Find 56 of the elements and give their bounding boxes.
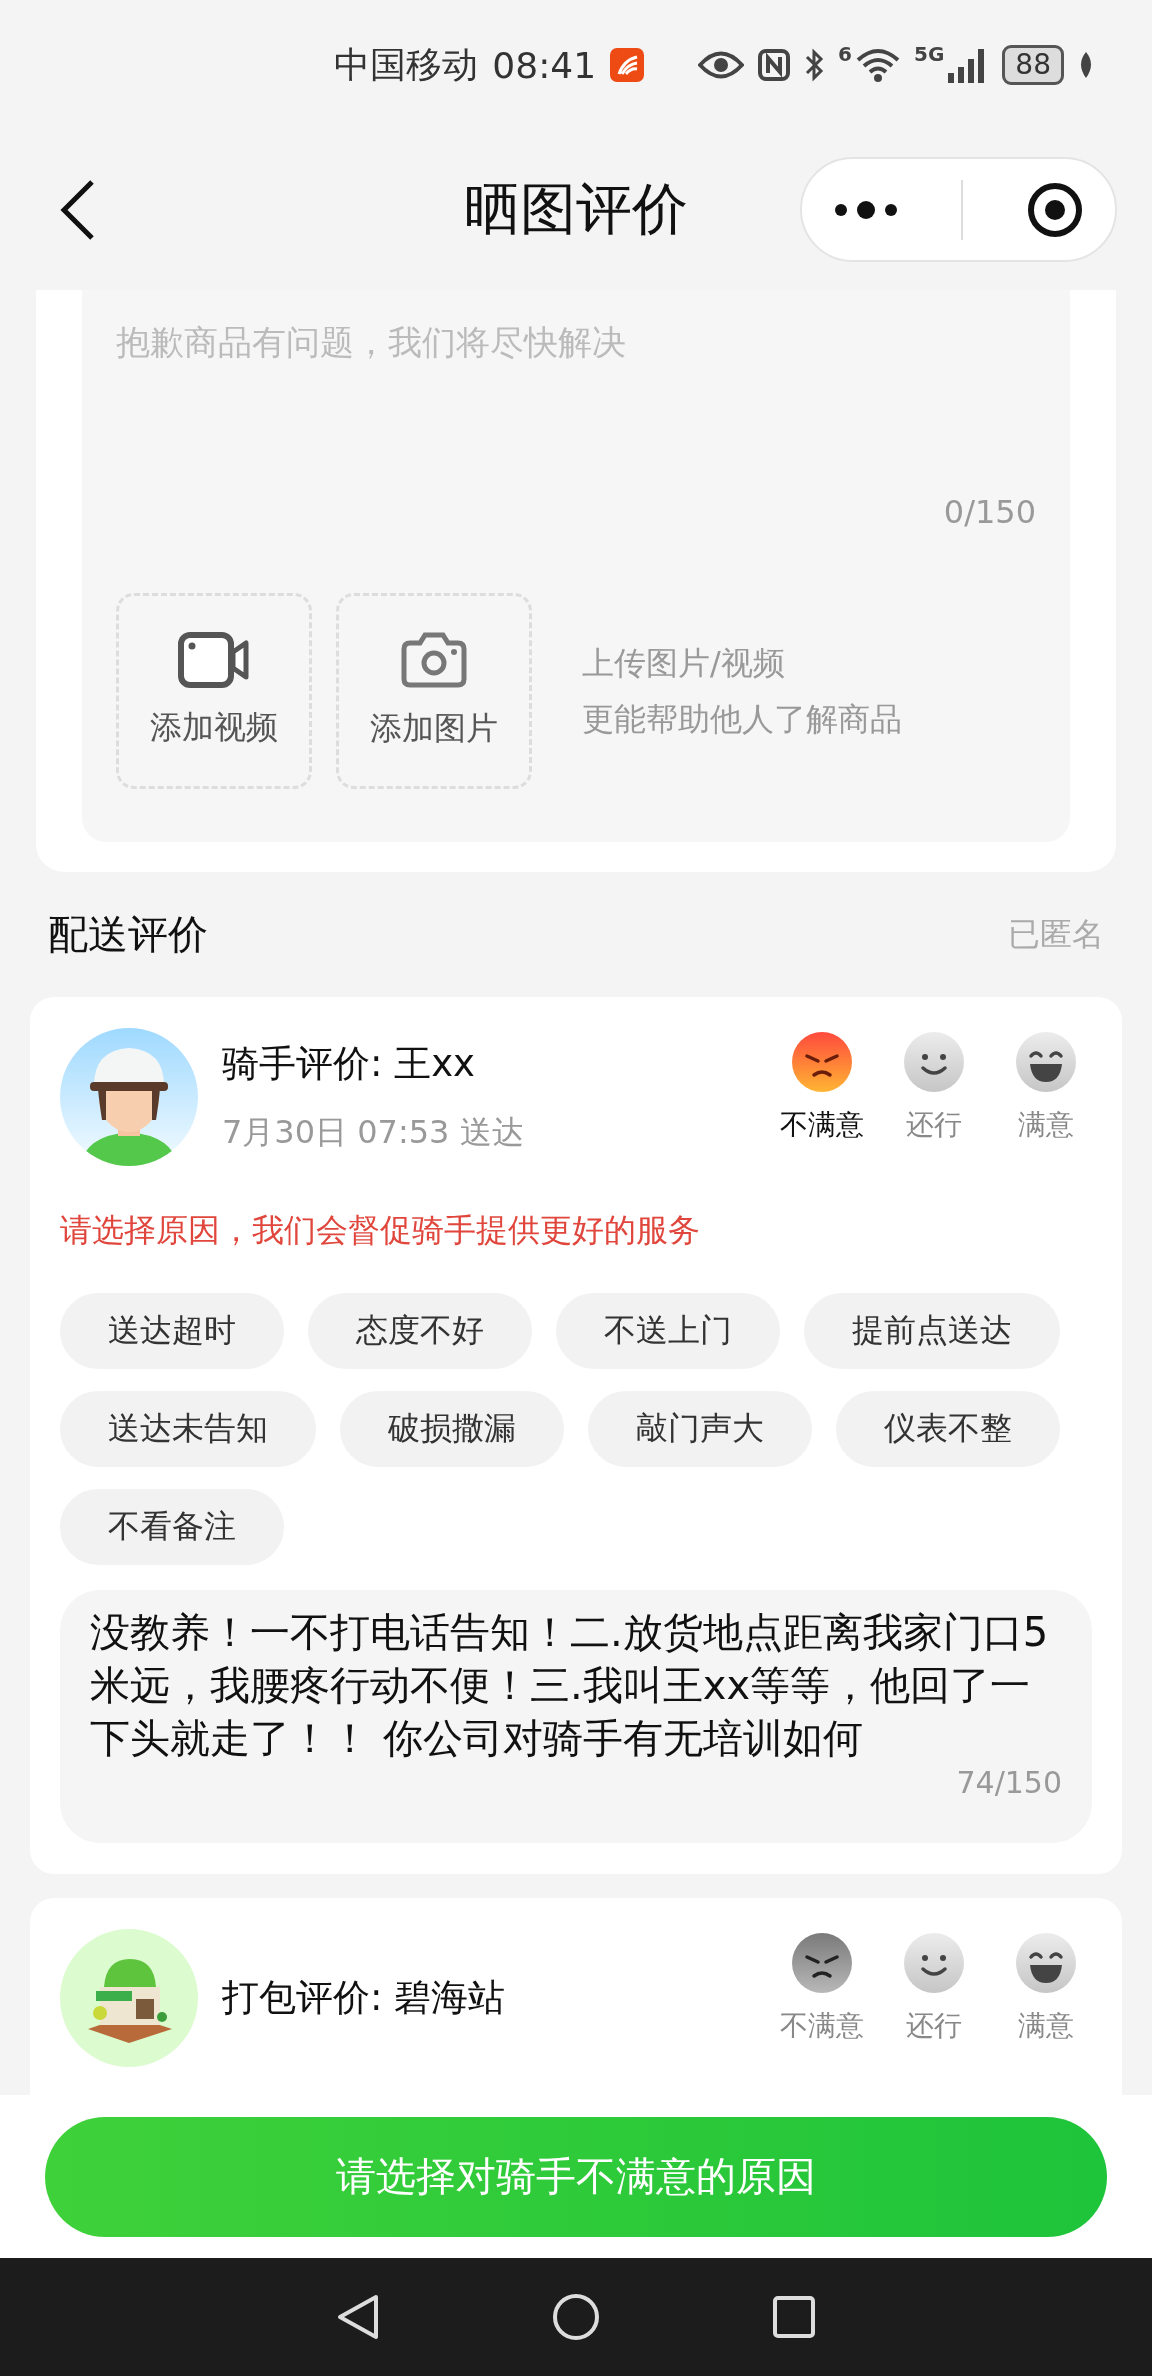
- reason-tag[interactable]: 送达超时: [60, 1293, 284, 1369]
- camera-icon: [400, 631, 468, 689]
- reason-prompt: 请选择原因，我们会督促骑手提供更好的服务: [60, 1210, 701, 1251]
- laughing-face-icon: [1016, 1933, 1076, 1993]
- reason-tag[interactable]: 提前点送达: [804, 1293, 1060, 1369]
- more-icon: [833, 199, 900, 220]
- eye-icon: [698, 50, 745, 80]
- back-nav-button[interactable]: [336, 2293, 380, 2341]
- rating-option[interactable]: 不满意: [776, 1032, 868, 1144]
- upload-hint: 上传图片/视频 更能帮助他人了解商品: [582, 643, 902, 740]
- angry-face-icon: [792, 1032, 852, 1092]
- carrier-name: 中国移动: [334, 42, 479, 87]
- more-button[interactable]: [833, 199, 900, 220]
- anonymous-label: 已匿名: [1008, 913, 1104, 955]
- smile-face-icon: [904, 1933, 964, 1993]
- network-type: 5G: [914, 42, 945, 66]
- review-field[interactable]: 抱歉商品有问题，我们将尽快解决: [116, 320, 1036, 460]
- upload-button[interactable]: 添加视频: [116, 593, 312, 789]
- leaf-icon: [1078, 50, 1094, 80]
- angry-face-icon: [792, 1933, 852, 1993]
- video-camera-icon: [178, 632, 250, 688]
- reason-tag[interactable]: 不看备注: [60, 1489, 284, 1565]
- page-title: 晒图评价: [463, 175, 689, 243]
- reason-tag[interactable]: 破损撒漏: [340, 1391, 564, 1467]
- triangle-icon: [336, 2293, 380, 2341]
- wifi-icon: [856, 48, 900, 82]
- app-icon: [610, 48, 645, 82]
- rating-option[interactable]: 满意: [1000, 1032, 1092, 1144]
- recents-nav-button[interactable]: [772, 2295, 816, 2339]
- shop-name: 打包评价: 碧海站: [222, 1975, 507, 2021]
- rider-name: 骑手评价: 王xx: [222, 1041, 477, 1087]
- rating-option[interactable]: 还行: [888, 1032, 980, 1144]
- rating-option[interactable]: 满意: [1000, 1933, 1092, 2045]
- delivery-time: 7月30日 07:53 送达: [222, 1112, 525, 1153]
- nfc-icon: [758, 49, 791, 81]
- wifi-label: 6: [838, 42, 852, 66]
- upload-button[interactable]: 添加图片: [336, 593, 532, 789]
- comment-text: 没教养！一不打电话告知！二.放货地点距离我家门口5米远，我腰疼行动不便！三.我叫王xx等等，他回了一下头就走了！！ 你公司对骑手有无培训如何: [90, 1608, 1050, 1763]
- reason-tag[interactable]: 态度不好: [308, 1293, 532, 1369]
- char-counter: 74/150: [956, 1765, 1062, 1800]
- reason-tag[interactable]: 仪表不整: [836, 1391, 1060, 1467]
- laughing-face-icon: [1016, 1032, 1076, 1092]
- smile-face-icon: [904, 1032, 964, 1092]
- reason-tag[interactable]: 送达未告知: [60, 1391, 316, 1467]
- rating-option[interactable]: 还行: [888, 1933, 980, 2045]
- reason-tag[interactable]: 不送上门: [556, 1293, 780, 1369]
- section-title: 配送评价: [48, 910, 208, 959]
- clock-time: 08:41: [492, 44, 597, 86]
- battery-level: 88: [1002, 45, 1064, 85]
- circle-icon: [552, 2293, 600, 2341]
- char-counter: 0/150: [943, 493, 1036, 531]
- home-nav-button[interactable]: [552, 2293, 600, 2341]
- square-icon: [772, 2295, 816, 2339]
- reason-tag[interactable]: 敲门声大: [588, 1391, 812, 1467]
- bluetooth-icon: [804, 48, 825, 82]
- rating-option[interactable]: 不满意: [776, 1933, 868, 2045]
